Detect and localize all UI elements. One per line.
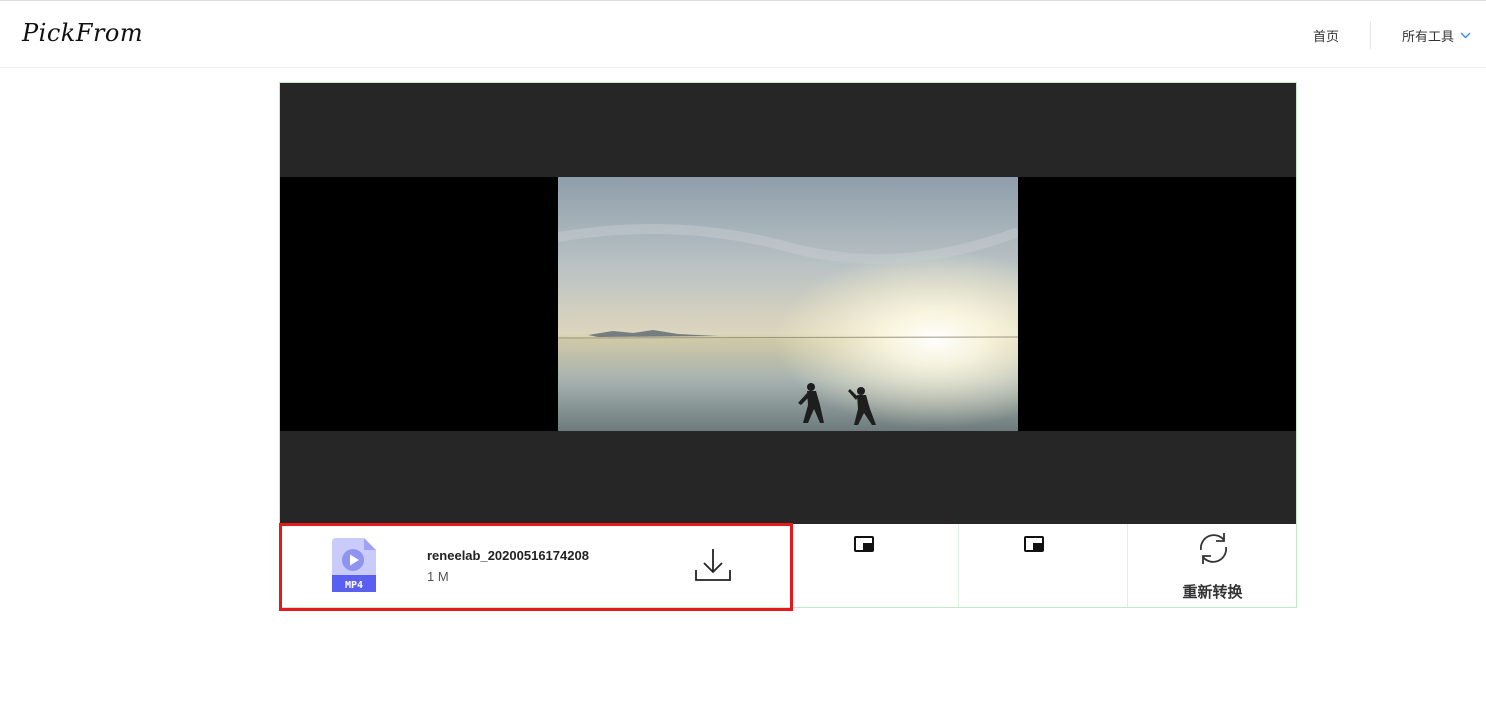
file-name: reneelab_20200516174208 [427,548,589,563]
picture-in-picture-icon [854,536,874,552]
nav-all-tools-dropdown[interactable]: 所有工具 [1402,26,1471,45]
tool-button-1[interactable] [790,524,958,607]
file-card: MP4 reneelab_20200516174208 1 M [280,524,790,607]
video-thumbnail [558,177,1018,431]
tool-button-2[interactable] [958,524,1127,607]
nav-all-tools-label: 所有工具 [1402,29,1455,44]
reconvert-label: 重新转换 [1182,584,1243,601]
refresh-icon [1200,533,1227,564]
result-panel: MP4 reneelab_20200516174208 1 M 重新转换 [279,82,1297,611]
picture-in-picture-icon [1024,536,1044,552]
download-icon[interactable] [694,546,732,584]
chevron-down-icon [1460,32,1471,39]
result-toolbar: MP4 reneelab_20200516174208 1 M 重新转换 [279,523,1296,611]
video-letterbox [280,177,1296,431]
video-player[interactable] [280,83,1296,524]
file-type-label: MP4 [345,580,363,591]
video-thumbnail-image [558,177,1018,431]
mp4-file-icon: MP4 [332,538,376,592]
top-header: PickFrom 首页 所有工具 [0,0,1486,68]
file-size: 1 M [427,569,449,584]
reconvert-button[interactable]: 重新转换 [1127,524,1296,607]
site-logo[interactable]: PickFrom [22,19,143,47]
nav-divider [1370,21,1371,49]
nav-home-link[interactable]: 首页 [1313,26,1339,45]
